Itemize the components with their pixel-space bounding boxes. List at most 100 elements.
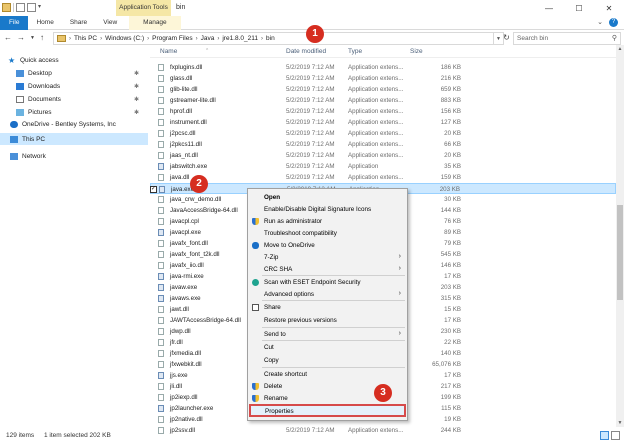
tab-manage[interactable]: Manage [129,16,181,30]
nav-downloads[interactable]: Downloads ✱ [16,80,148,92]
file-type: Application extens... [348,130,404,137]
large-icons-view-icon[interactable] [611,431,620,440]
close-icon[interactable]: ✕ [594,0,624,16]
column-type[interactable]: Type [348,48,362,55]
scroll-up-icon[interactable]: ▲ [616,46,624,52]
file-name: jli.dll [170,383,183,390]
breadcrumb-program-files[interactable]: Program Files [152,35,192,42]
column-name[interactable]: Name [160,48,177,55]
file-name: jdwp.dll [170,328,191,335]
menu-item-label: Rename [264,395,288,402]
menu-separator [262,300,405,301]
menu-item-cut[interactable]: Cut [248,342,407,353]
file-row[interactable]: j2pcsc.dll 5/2/2019 7:12 AM Application ex… [150,128,616,139]
menu-item-run-as-administrator[interactable]: Run as administrator [248,216,407,227]
file-row[interactable]: hprof.dll 5/2/2019 7:12 AM Application ext… [150,106,616,117]
customize-toolbar-icon[interactable]: ▾ [38,3,47,12]
nav-desktop[interactable]: Desktop ✱ [16,67,148,79]
file-size: 545 KB [440,251,461,258]
search-placeholder: Search bin [517,35,549,42]
menu-item-scan-with-eset-endpoint-security[interactable]: Scan with ESET Endpoint Security [248,277,407,288]
menu-item-enable-disable-digital-signature-icons[interactable]: Enable/Disable Digital Signature Icons [248,204,407,215]
vertical-scrollbar[interactable]: ▲ ▼ [616,45,624,427]
menu-item-label: Cut [264,344,274,351]
nav-network[interactable]: Network [10,150,148,162]
file-row[interactable]: java.dll 5/2/2019 7:12 AM Application exte… [150,172,616,183]
file-row[interactable]: glass.dll 5/2/2019 7:12 AM Application ext… [150,73,616,84]
column-date[interactable]: Date modified [286,48,326,55]
tab-file[interactable]: File [0,16,29,30]
breadcrumb-windows-c[interactable]: Windows (C:) [105,35,144,42]
back-arrow-icon[interactable]: ← [4,33,12,43]
menu-item-crc-sha[interactable]: CRC SHA › [248,264,407,275]
file-name: javaw.exe [170,284,198,291]
nav-onedrive[interactable]: OneDrive - Bentley Systems, Inc [10,118,148,130]
breadcrumb-bin[interactable]: bin [266,35,275,42]
file-row[interactable]: jabswitch.exe 5/2/2019 7:12 AM Application… [150,161,616,172]
row-checkbox[interactable]: ✓ [150,186,157,193]
file-type: Application [348,163,379,170]
application-file-icon [158,273,164,280]
expand-ribbon-icon[interactable]: ⌄ [597,18,603,27]
file-date: 5/2/2019 7:12 AM [286,108,335,115]
menu-item-move-to-onedrive[interactable]: Move to OneDrive [248,240,407,251]
file-row[interactable]: glib-lite.dll 5/2/2019 7:12 AM Application… [150,84,616,95]
file-name: JAWTAccessBridge-64.dll [170,317,241,324]
scroll-down-icon[interactable]: ▼ [616,420,624,426]
menu-item-share[interactable]: Share [248,302,407,313]
nav-documents[interactable]: Documents ✱ [16,93,148,105]
file-size: 35 KB [444,163,461,170]
properties-icon[interactable] [16,3,25,12]
details-view-icon[interactable] [600,431,609,440]
share-icon [252,304,259,311]
scrollbar-thumb[interactable] [617,205,623,300]
minimize-icon[interactable]: — [534,0,564,16]
nav-quick-access[interactable]: ★ Quick access [8,54,156,66]
file-name: jabswitch.exe [170,163,208,170]
menu-item-7-zip[interactable]: 7-Zip › [248,252,407,263]
file-row[interactable]: fxplugins.dll 5/2/2019 7:12 AM Application… [150,62,616,73]
recent-locations-icon[interactable]: ▼ [30,33,35,43]
application-file-icon [158,284,164,291]
breadcrumb-jre[interactable]: jre1.8.0_211 [222,35,258,42]
menu-item-create-shortcut[interactable]: Create shortcut [248,369,407,380]
menu-item-restore-previous-versions[interactable]: Restore previous versions [248,315,407,326]
menu-item-open[interactable]: Open [248,192,407,203]
nav-label: Network [22,152,46,160]
menu-item-advanced-options[interactable]: Advanced options › [248,289,407,300]
file-icon [158,361,164,368]
file-type: Application extens... [348,75,404,82]
column-size[interactable]: Size [410,48,423,55]
menu-item-send-to[interactable]: Send to › [248,329,407,340]
file-row[interactable]: j2pkcs11.dll 5/2/2019 7:12 AM Application … [150,139,616,150]
forward-arrow-icon[interactable]: → [17,33,25,43]
file-size: 127 KB [440,119,461,126]
help-icon[interactable]: ? [609,18,618,27]
breadcrumb-java[interactable]: Java [201,35,215,42]
new-folder-icon[interactable] [27,3,36,12]
file-row[interactable]: jaas_nt.dll 5/2/2019 7:12 AM Application e… [150,150,616,161]
file-row[interactable]: instrument.dll 5/2/2019 7:12 AM Applicatio… [150,117,616,128]
menu-item-troubleshoot-compatibility[interactable]: Troubleshoot compatibility [248,228,407,239]
file-row[interactable]: gstreamer-lite.dll 5/2/2019 7:12 AM Applic… [150,95,616,106]
up-arrow-icon[interactable]: ↑ [40,33,44,43]
maximize-icon[interactable]: ☐ [564,0,594,16]
tab-share[interactable]: Share [62,16,95,30]
nav-this-pc[interactable]: This PC [0,133,148,145]
pin-icon: ✱ [133,83,139,90]
tab-home[interactable]: Home [28,16,61,30]
file-icon [158,240,164,247]
menu-item-properties[interactable]: Properties [249,404,406,417]
menu-item-copy[interactable]: Copy [248,355,407,366]
file-icon [158,262,164,269]
tab-view[interactable]: View [95,16,125,30]
file-name: jp2launcher.exe [170,405,214,412]
nav-pictures[interactable]: Pictures ✱ [16,106,148,118]
menu-item-label: Create shortcut [264,371,308,378]
file-icon [158,306,164,313]
application-file-icon [158,405,164,412]
search-icon: ⚲ [611,35,617,42]
file-icon [158,152,164,159]
file-name: JavaAccessBridge-64.dll [170,207,238,214]
breadcrumb-this-pc[interactable]: This PC [74,35,97,42]
